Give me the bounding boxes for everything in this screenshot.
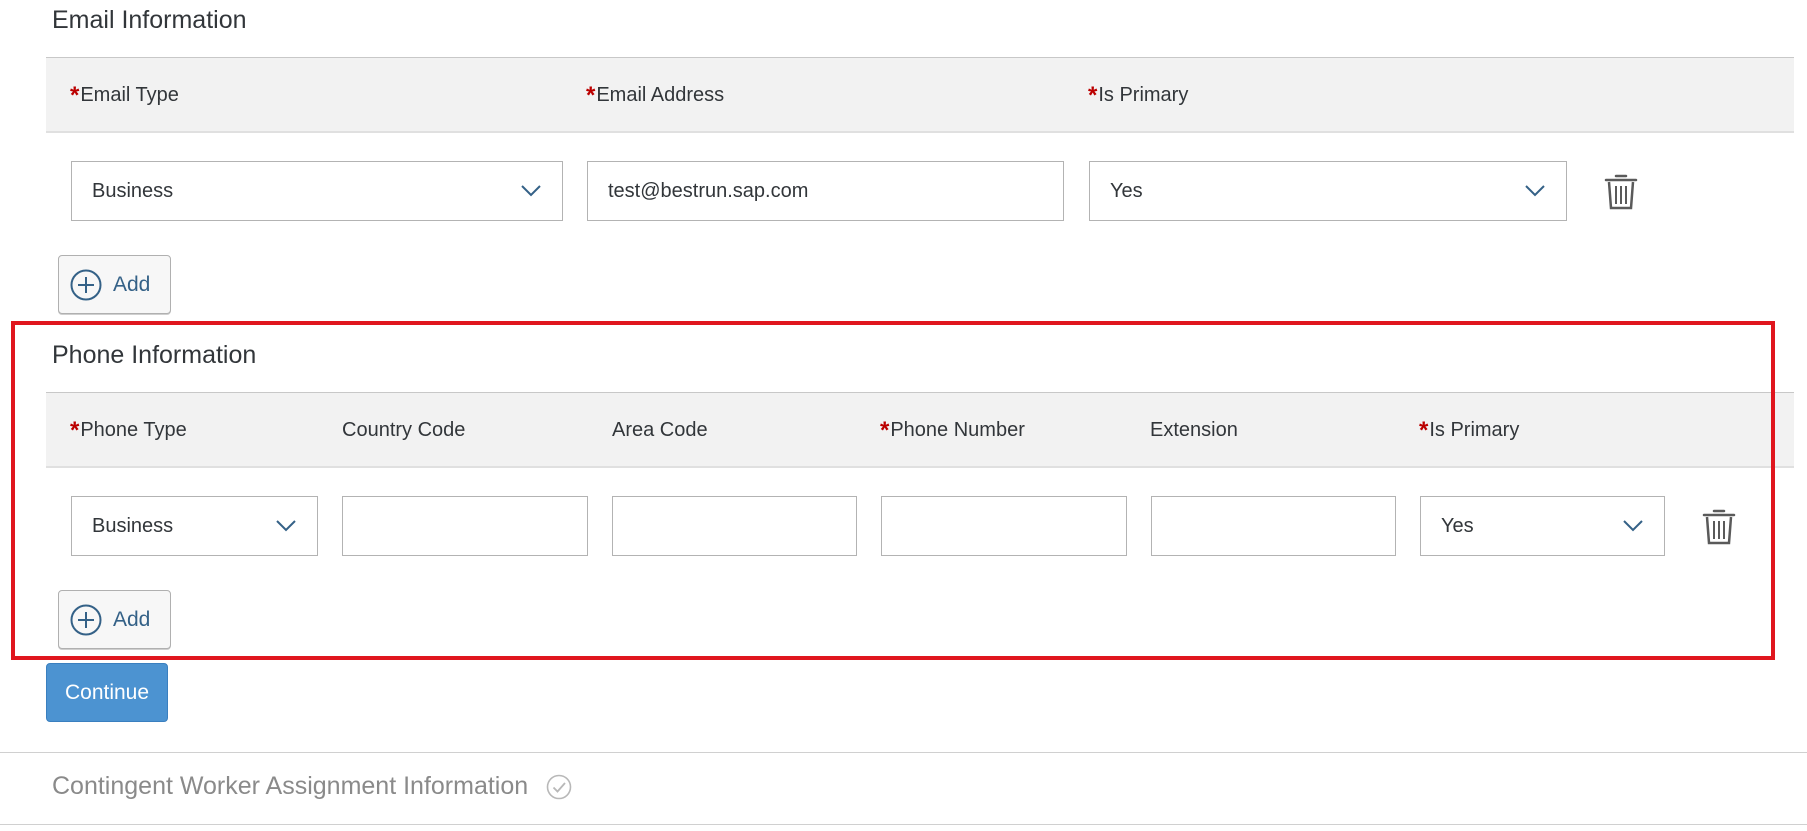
chevron-down-icon <box>1623 520 1643 532</box>
delete-email-trash-icon[interactable] <box>1604 173 1638 211</box>
email-section-title: Email Information <box>52 6 247 34</box>
country-code-input[interactable] <box>342 496 588 556</box>
add-email-button[interactable]: Add <box>58 255 171 314</box>
area-code-input[interactable] <box>612 496 857 556</box>
phone-section-title: Phone Information <box>52 341 257 369</box>
section-divider-bottom <box>0 824 1807 825</box>
phone-type-value: Business <box>92 514 174 537</box>
chevron-down-icon <box>276 520 296 532</box>
section-divider-top <box>0 752 1807 753</box>
chevron-down-icon <box>521 185 541 197</box>
col-country-code: Country Code <box>342 419 466 441</box>
col-extension: Extension <box>1150 419 1238 441</box>
phone-is-primary-select[interactable]: Yes <box>1420 496 1665 556</box>
page: Email Information *Email Type *Email Add… <box>0 0 1807 831</box>
email-table-header: *Email Type *Email Address *Is Primary <box>46 57 1794 133</box>
phone-is-primary-value: Yes <box>1441 514 1474 537</box>
col-email-is-primary: *Is Primary <box>1088 82 1189 109</box>
col-email-address: *Email Address <box>586 82 725 109</box>
phone-type-select[interactable]: Business <box>71 496 318 556</box>
extension-input[interactable] <box>1151 496 1396 556</box>
continue-button[interactable]: Continue <box>46 663 168 722</box>
col-area-code: Area Code <box>612 419 708 441</box>
email-type-select[interactable]: Business <box>71 161 563 221</box>
email-address-input[interactable] <box>587 161 1064 221</box>
col-email-type: *Email Type <box>70 82 179 109</box>
add-phone-label: Add <box>113 607 151 631</box>
add-circle-icon <box>70 269 102 300</box>
phone-table-header: *Phone Type Country Code Area Code *Phon… <box>46 392 1794 468</box>
delete-phone-trash-icon[interactable] <box>1702 508 1736 546</box>
chevron-down-icon <box>1525 185 1545 197</box>
add-phone-button[interactable]: Add <box>58 590 171 649</box>
email-type-value: Business <box>92 179 174 202</box>
check-circle-icon <box>546 774 572 799</box>
add-email-label: Add <box>113 272 151 296</box>
col-phone-number: *Phone Number <box>880 417 1025 444</box>
col-phone-is-primary: *Is Primary <box>1419 417 1520 444</box>
contingent-worker-section-header[interactable]: Contingent Worker Assignment Information <box>52 772 572 801</box>
col-phone-type: *Phone Type <box>70 417 187 444</box>
email-is-primary-value: Yes <box>1110 179 1143 202</box>
email-is-primary-select[interactable]: Yes <box>1089 161 1567 221</box>
add-circle-icon <box>70 604 102 635</box>
phone-section-highlight <box>11 321 1775 660</box>
phone-number-input[interactable] <box>881 496 1127 556</box>
contingent-worker-section-title: Contingent Worker Assignment Information <box>52 772 529 800</box>
